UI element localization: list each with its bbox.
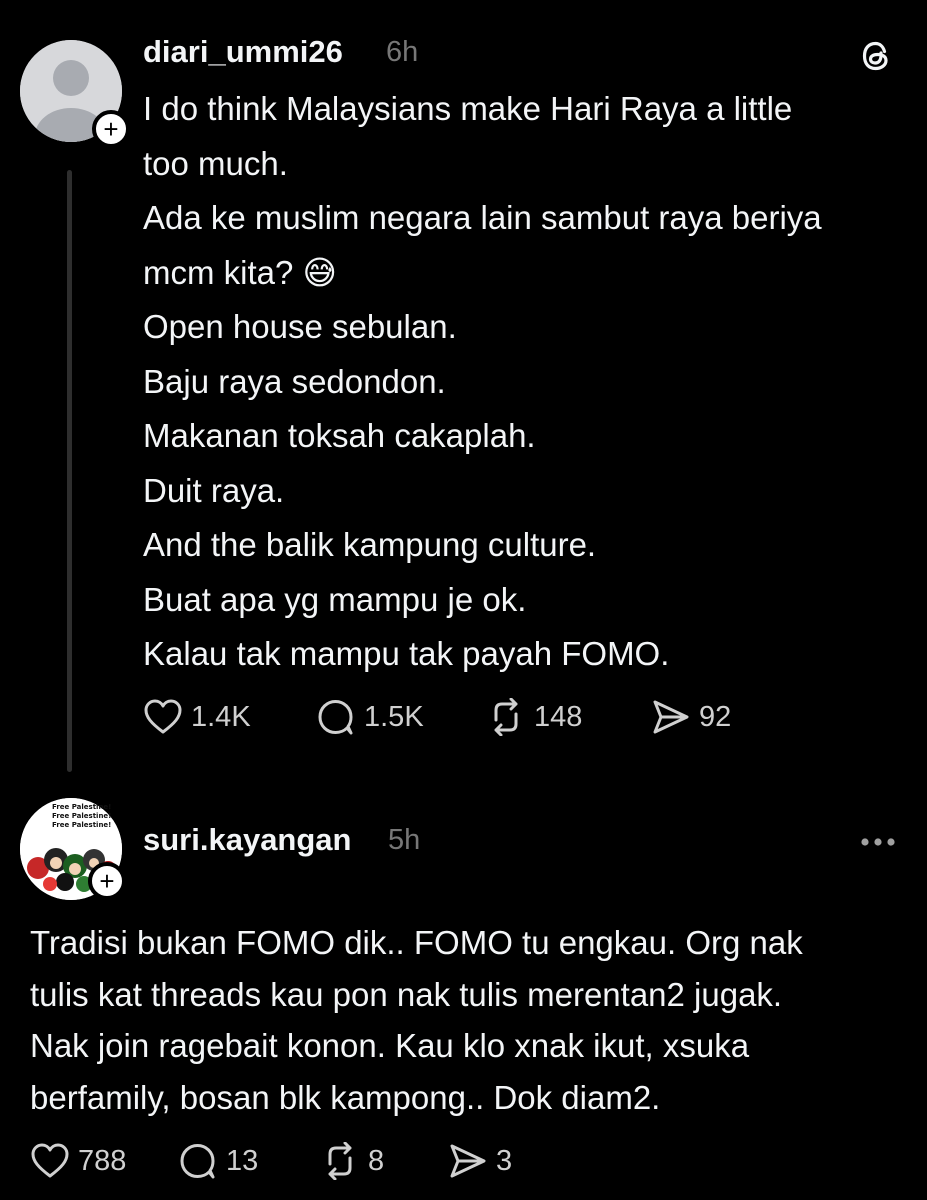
post2-body: Tradisi bukan FOMO dik.. FOMO tu engkau.…	[30, 917, 910, 1123]
post1-body: I do think Malaysians make Hari Raya a l…	[143, 82, 913, 682]
post2-line: Tradisi bukan FOMO dik.. FOMO tu engkau.…	[30, 924, 803, 961]
threads-logo-icon[interactable]	[858, 38, 894, 74]
threads-feed: + diari_ummi26 6h I do think Malaysians …	[0, 0, 927, 1200]
avatar-caption: Free Palestine!	[52, 821, 112, 829]
like-count: 1.4K	[191, 700, 251, 733]
reply-count: 1.5K	[364, 700, 424, 733]
post2-timestamp: 5h	[388, 824, 421, 856]
post1-line: mcm kita? 😅	[143, 253, 337, 291]
share-count: 3	[496, 1144, 513, 1177]
repost-count: 8	[368, 1144, 385, 1177]
post2-line: berfamily, bosan blk kampong.. Dok diam2…	[30, 1078, 661, 1116]
post1-username[interactable]: diari_ummi26	[143, 34, 343, 70]
post1-line: Makanan toksah cakaplah.	[143, 417, 536, 454]
post1-line: I do think Malaysians make Hari Raya a l…	[143, 90, 793, 127]
post1-line: Ada ke muslim negara lain sambut raya be…	[143, 199, 822, 236]
reply-count: 13	[226, 1144, 259, 1177]
reply-button[interactable]: 13	[178, 1142, 320, 1180]
like-button[interactable]: 788	[30, 1142, 178, 1180]
heart-icon	[31, 1143, 69, 1178]
comment-icon	[180, 1144, 215, 1179]
repost-count: 148	[534, 700, 583, 733]
share-count: 92	[699, 700, 732, 733]
repost-button[interactable]: 148	[486, 698, 651, 736]
share-button[interactable]: 92	[651, 698, 731, 736]
post1-line: And the balik kampung culture.	[143, 526, 597, 563]
thread-connector-line	[67, 170, 72, 772]
like-button[interactable]: 1.4K	[143, 698, 316, 736]
heart-icon	[144, 699, 182, 734]
more-options-icon[interactable]	[860, 836, 896, 848]
post1-line: Open house sebulan.	[143, 308, 457, 345]
share-button[interactable]: 3	[448, 1142, 512, 1180]
post1-action-bar: 1.4K 1.5K 148 92	[143, 698, 731, 736]
follow-plus-button[interactable]: +	[88, 862, 126, 900]
avatar-caption: Free Palestine!	[52, 803, 112, 811]
post2-action-bar: 788 13 8 3	[30, 1142, 512, 1180]
post1-line: Buat apa yg mampu je ok.	[143, 580, 527, 618]
post1-line: Kalau tak mampu tak payah FOMO.	[143, 635, 670, 672]
post1-line: Baju raya sedondon.	[143, 362, 446, 400]
post1-timestamp: 6h	[386, 36, 419, 68]
repost-icon	[494, 698, 518, 736]
like-count: 788	[78, 1144, 127, 1177]
post1-avatar[interactable]: +	[20, 40, 130, 148]
repost-button[interactable]: 8	[320, 1142, 448, 1180]
comment-icon	[318, 700, 353, 735]
post1-line: Duit raya.	[143, 471, 285, 509]
post1-line: too much.	[143, 144, 288, 182]
post2-username[interactable]: suri.kayangan	[143, 822, 351, 858]
follow-plus-button[interactable]: +	[92, 110, 130, 148]
post2-line: tulis kat threads kau pon nak tulis mere…	[30, 975, 783, 1013]
avatar-caption: Free Palestine!	[52, 812, 112, 820]
send-icon	[450, 1144, 486, 1178]
repost-icon	[328, 1142, 352, 1180]
reply-button[interactable]: 1.5K	[316, 698, 486, 736]
post2-line: Nak join ragebait konon. Kau klo xnak ik…	[30, 1027, 750, 1064]
send-icon	[653, 700, 689, 734]
